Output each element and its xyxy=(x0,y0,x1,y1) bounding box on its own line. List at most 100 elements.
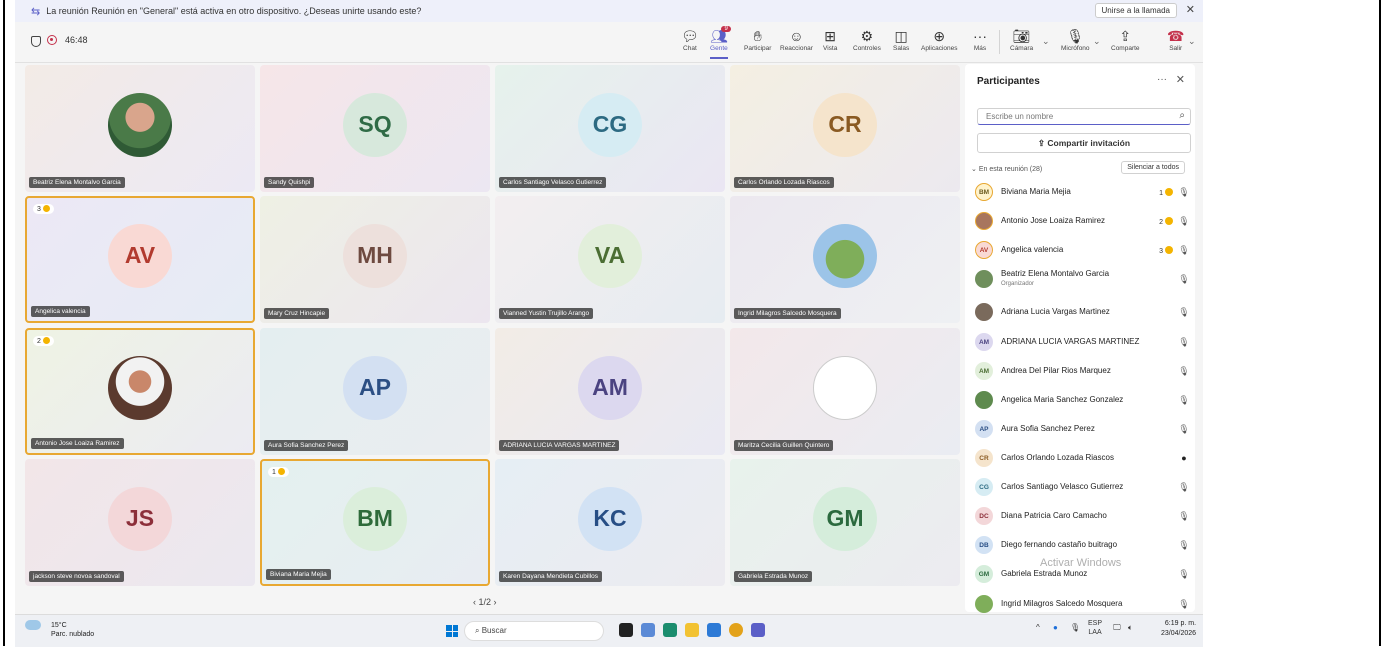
react-button[interactable]: ☺ Reaccionar xyxy=(780,27,813,52)
video-tile[interactable]: VA Vianned Yustin Trujillo Arango xyxy=(495,196,725,323)
video-tile[interactable]: Maritza Cecilia Guillen Quintero xyxy=(730,328,960,455)
chrome-icon[interactable] xyxy=(729,623,743,637)
mic-off-icon[interactable]: 🎙︎ xyxy=(1070,623,1080,632)
rooms-button[interactable]: ◫ Salas xyxy=(893,27,909,52)
more-button[interactable]: ··· Más xyxy=(973,27,987,52)
participant-row[interactable]: Angelica Maria Sanchez Gonzalez 🎙︎ xyxy=(975,386,1191,414)
notification-bar: ⇆ La reunión Reunión en "General" está a… xyxy=(15,0,1203,22)
video-tile[interactable]: CR Carlos Orlando Lozada Riascos xyxy=(730,65,960,192)
video-tile[interactable]: SQ Sandy Quishpi xyxy=(260,65,490,192)
avatar: AV xyxy=(108,223,172,288)
avatar: GM xyxy=(975,565,993,583)
mic-button[interactable]: 🎙︎ Micrófono xyxy=(1061,27,1090,52)
participant-row[interactable]: BM Biviana Maria Mejia 1 🎙︎ xyxy=(975,178,1191,206)
video-tile[interactable]: KC Karen Dayana Mendieta Cubillos xyxy=(495,459,725,586)
video-tile[interactable]: Beatriz Elena Montalvo Garcia xyxy=(25,65,255,192)
participant-name: Biviana Maria Mejia xyxy=(1001,187,1071,196)
video-tile[interactable]: AP Aura Sofia Sanchez Perez xyxy=(260,328,490,455)
video-tile[interactable]: GM Gabriela Estrada Munoz xyxy=(730,459,960,586)
video-tile[interactable]: 1 BM Biviana Maria Mejia xyxy=(260,459,490,586)
search-icon: ⌕ xyxy=(475,626,482,635)
people-button[interactable]: 👥︎ 9 Gente xyxy=(710,26,731,59)
participant-row[interactable]: CR Carlos Orlando Lozada Riascos ● xyxy=(975,444,1191,472)
avatar: AM xyxy=(975,333,993,351)
video-tile[interactable]: Ingrid Milagros Salcedo Mosquera xyxy=(730,196,960,323)
in-meeting-section-toggle[interactable]: ⌄ En esta reunión (28) xyxy=(971,165,1042,173)
video-tile[interactable]: JS jackson steve novoa sandoval xyxy=(25,459,255,586)
participant-row[interactable]: AP Aura Sofia Sanchez Perez 🎙︎ xyxy=(975,415,1191,443)
chevron-right-icon[interactable]: › xyxy=(494,597,497,607)
chevron-down-icon[interactable]: ⌄ xyxy=(1042,36,1050,47)
share-button[interactable]: ⇪ Comparte xyxy=(1111,27,1140,52)
taskbar-search-input[interactable]: ⌕ Buscar xyxy=(464,621,604,641)
language-indicator[interactable]: ESP LAA xyxy=(1088,619,1102,637)
tile-name: Aura Sofia Sanchez Perez xyxy=(264,440,349,451)
video-tile[interactable]: 2 Antonio Jose Loaiza Ramirez xyxy=(25,328,255,455)
participant-row[interactable]: AM ADRIANA LUCIA VARGAS MARTINEZ 🎙︎ xyxy=(975,328,1191,356)
chevron-down-icon[interactable]: ⌄ xyxy=(1188,36,1196,47)
task-view-icon[interactable] xyxy=(619,623,633,637)
participant-row[interactable]: Beatriz Elena Montalvo Garcia Organizador… xyxy=(975,265,1191,293)
participant-row[interactable]: Adriana Lucia Vargas Martinez 🎙︎ xyxy=(975,298,1191,326)
participant-row[interactable]: Antonio Jose Loaiza Ramirez 2 🎙︎ xyxy=(975,207,1191,235)
windows-start-icon[interactable] xyxy=(446,625,458,637)
share-invite-button[interactable]: ⇪ Compartir invitación xyxy=(977,133,1191,153)
avatar-photo xyxy=(108,92,172,157)
video-tile[interactable]: MH Mary Cruz Hincapie xyxy=(260,196,490,323)
edge-icon[interactable] xyxy=(663,623,677,637)
weather-widget[interactable] xyxy=(25,620,45,630)
more-label: Más xyxy=(973,45,987,52)
app-icon[interactable] xyxy=(641,623,655,637)
participant-name: Carlos Orlando Lozada Riascos xyxy=(1001,453,1114,462)
participant-row[interactable]: DB Diego fernando castaño buitrago 🎙︎ xyxy=(975,531,1191,559)
participant-row[interactable]: AM Andrea Del Pilar Rios Marquez 🎙︎ xyxy=(975,357,1191,385)
mic-off-icon: 🎙︎ xyxy=(1178,394,1190,405)
more-icon[interactable]: ··· xyxy=(1157,74,1167,85)
join-call-button[interactable]: Unirse a la llamada xyxy=(1094,3,1177,18)
network-icon[interactable]: 🖵︎ xyxy=(1113,623,1121,633)
app-icon[interactable] xyxy=(707,623,721,637)
participant-row[interactable]: AV Angelica valencia 3 🎙︎ xyxy=(975,236,1191,264)
chevron-down-icon[interactable]: ⌄ xyxy=(1093,36,1101,47)
participant-search-input[interactable]: Escribe un nombre ⌕ xyxy=(977,108,1191,125)
participant-name: Angelica Maria Sanchez Gonzalez xyxy=(1001,395,1124,404)
apps-button[interactable]: ⊕ Aplicaciones xyxy=(921,27,958,52)
leave-button[interactable]: ☎ Salir xyxy=(1167,27,1184,52)
hand-icon xyxy=(42,205,50,212)
close-icon[interactable]: ✕ xyxy=(1186,3,1195,16)
chevron-up-icon[interactable]: ^ xyxy=(1036,623,1040,632)
teams-icon[interactable] xyxy=(751,623,765,637)
raise-hand-button[interactable]: ✋︎ Participar xyxy=(744,27,771,52)
participants-panel: Participantes ··· ✕ Escribe un nombre ⌕ … xyxy=(965,64,1195,613)
video-tile[interactable]: AM ADRIANA LUCIA VARGAS MARTINEZ xyxy=(495,328,725,455)
participant-name: Carlos Santiago Velasco Gutierrez xyxy=(1001,482,1124,491)
mute-all-button[interactable]: Silenciar a todos xyxy=(1121,161,1185,174)
participant-name: Andrea Del Pilar Rios Marquez xyxy=(1001,366,1111,375)
controls-icon: ⚙ xyxy=(860,28,874,44)
system-clock[interactable]: 6:19 p. m. 23/04/2026 xyxy=(1161,619,1196,639)
apps-icon: ⊕ xyxy=(933,28,946,44)
video-tile[interactable]: 3 AV Angelica valencia xyxy=(25,196,255,323)
avatar-photo xyxy=(975,595,993,613)
camera-button[interactable]: 📷︎ Cámara xyxy=(1010,27,1033,52)
participant-name: Ingrid Milagros Salcedo Mosquera xyxy=(1001,599,1123,608)
speaker-icon[interactable]: 🔈︎ xyxy=(1128,623,1133,633)
avatar-photo xyxy=(108,355,172,420)
cloud-icon[interactable]: ● xyxy=(1053,623,1058,632)
raise-label: Participar xyxy=(744,45,772,52)
participant-row[interactable]: CG Carlos Santiago Velasco Gutierrez 🎙︎ xyxy=(975,473,1191,501)
chat-button[interactable]: 💬︎ Chat xyxy=(681,27,699,52)
close-icon[interactable]: ✕ xyxy=(1176,73,1185,86)
video-tile[interactable]: CG Carlos Santiago Velasco Gutierrez xyxy=(495,65,725,192)
view-button[interactable]: ⊞ Vista xyxy=(823,27,837,52)
tile-name: Biviana Maria Mejia xyxy=(266,569,331,580)
people-badge: 9 xyxy=(721,26,731,32)
file-explorer-icon[interactable] xyxy=(685,623,699,637)
participant-name: Antonio Jose Loaiza Ramirez xyxy=(1001,216,1106,225)
meeting-timer: 46:48 xyxy=(65,35,88,45)
taskbar-search-placeholder: Buscar xyxy=(481,626,507,635)
participant-row[interactable]: DC Diana Patricia Caro Camacho 🎙︎ xyxy=(975,502,1191,530)
avatar: BM xyxy=(343,486,407,551)
controls-button[interactable]: ⚙ Controles xyxy=(853,27,881,52)
chevron-left-icon[interactable]: ‹ xyxy=(473,597,476,607)
